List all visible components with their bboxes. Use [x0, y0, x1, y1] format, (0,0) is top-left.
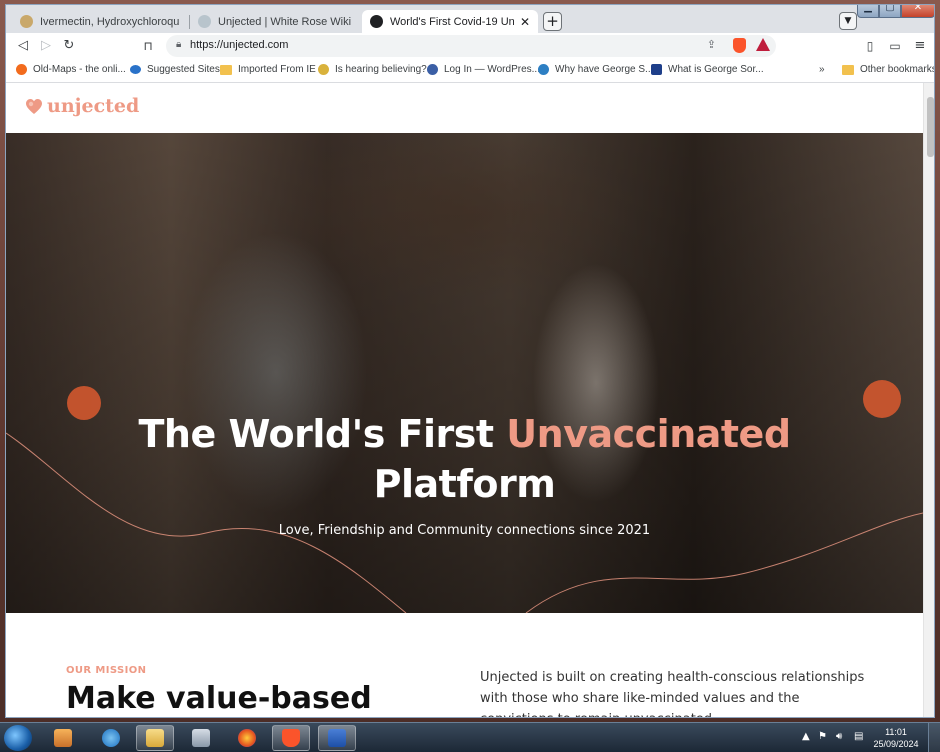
windows-taskbar: ▲ ⚑ 🔊︎ ▤ 11:01 25/09/2024	[0, 722, 940, 752]
folder-icon	[842, 64, 854, 75]
clock-date: 25/09/2024	[873, 739, 919, 749]
taskbar-word[interactable]	[318, 725, 356, 751]
unjected-favicon-icon	[370, 15, 383, 28]
bookmark-other[interactable]: Other bookmarks	[842, 64, 935, 75]
clock-time: 11:01	[885, 727, 907, 737]
brave-shields-icon[interactable]	[733, 38, 746, 53]
tab-search-chevron-icon[interactable]: ▼	[839, 12, 857, 30]
mission-body: Unjected is built on creating health-con…	[480, 670, 865, 717]
taskbar-explorer[interactable]	[136, 725, 174, 751]
mission-heading: Make value-based	[66, 681, 372, 716]
reload-icon[interactable]: ↻	[60, 37, 78, 55]
bookmark-favicon-icon	[16, 64, 27, 75]
bookmarks-bar: Old-Maps - the onli... Suggested Sites I…	[6, 59, 935, 83]
tab-ivermectin[interactable]: Ivermectin, Hydroxychloroquine and C	[12, 10, 188, 33]
hero-subtitle: Love, Friendship and Community connectio…	[278, 523, 651, 538]
forward-icon[interactable]: ▷	[37, 37, 55, 55]
tab-label: Unjected | White Rose Wiki	[218, 15, 352, 28]
maximize-button[interactable]: ▢	[879, 5, 901, 18]
system-clock[interactable]: 11:01 25/09/2024	[872, 726, 920, 750]
bookmark-label: Suggested Sites	[147, 64, 220, 75]
scrollbar-thumb[interactable]	[927, 97, 934, 157]
bookmark-icon[interactable]: ⊓	[139, 37, 157, 55]
bookmark-label: Log In — WordPres...	[444, 64, 540, 75]
page-scrollbar[interactable]	[923, 83, 934, 717]
calculator-icon	[192, 729, 210, 747]
wiki-favicon-icon	[198, 15, 211, 28]
bookmark-wordpress[interactable]: Log In — WordPres...	[427, 64, 540, 75]
hero-title-accent: Unvaccinated	[506, 412, 791, 456]
new-tab-button[interactable]: +	[543, 12, 562, 31]
bookmark-label: Is hearing believing?	[335, 64, 427, 75]
hero-title-text: The World's First	[138, 412, 507, 456]
bookmark-favicon-icon	[538, 64, 549, 75]
taskbar-calculator[interactable]	[182, 725, 220, 751]
close-window-button[interactable]: ✕	[901, 5, 934, 18]
close-tab-icon[interactable]: ✕	[520, 15, 530, 29]
heart-logo-icon[interactable]	[26, 99, 42, 115]
bookmark-old-maps[interactable]: Old-Maps - the onli...	[16, 64, 126, 75]
taskbar-internet-explorer[interactable]	[92, 725, 130, 751]
brave-rewards-icon[interactable]	[756, 38, 770, 51]
browser-toolbar: ◁ ▷ ↻ ⊓ 🔒︎ https://unjected.com ⇪ ▯ ▭ ≡	[6, 33, 934, 59]
address-bar[interactable]: 🔒︎ https://unjected.com ⇪	[166, 35, 776, 57]
tab-unjected[interactable]: World's First Covid-19 Unvaccinat ✕	[362, 10, 538, 33]
bookmark-label: What is George Sor...	[668, 64, 764, 75]
menu-icon[interactable]: ≡	[911, 37, 929, 55]
wordpress-icon	[427, 64, 438, 75]
taskbar-brave[interactable]	[272, 725, 310, 751]
bookmark-why-george[interactable]: Why have George S...	[538, 64, 653, 75]
bookmark-suggested-sites[interactable]: Suggested Sites	[130, 64, 220, 75]
share-icon[interactable]: ⇪	[707, 38, 716, 51]
tab-label: Ivermectin, Hydroxychloroquine and C	[40, 15, 180, 28]
browser-window: Ivermectin, Hydroxychloroquine and C Unj…	[5, 4, 935, 718]
bookmark-favicon-icon	[651, 64, 662, 75]
lock-icon: 🔒︎	[176, 39, 182, 50]
bookmark-label: »	[819, 64, 825, 75]
page-viewport: unjected The World's First Unvaccinated …	[6, 83, 923, 717]
hero-banner: The World's First Unvaccinated Platform …	[6, 133, 923, 613]
word-icon	[328, 729, 346, 747]
hero-title-text: Platform	[373, 462, 556, 506]
firefox-icon	[238, 729, 256, 747]
tray-expand-icon[interactable]: ▲	[802, 731, 810, 742]
more-bookmarks-chevron[interactable]: »	[819, 64, 825, 75]
hero-title: The World's First Unvaccinated Platform	[6, 409, 923, 509]
wallet-icon[interactable]: ▭	[886, 37, 904, 55]
site-logo[interactable]: unjected	[47, 95, 139, 117]
bookmark-label: Imported From IE	[238, 64, 316, 75]
taskbar-media-player[interactable]	[44, 725, 82, 751]
url-text: https://unjected.com	[190, 39, 289, 51]
mission-eyebrow: OUR MISSION	[66, 665, 147, 676]
start-button[interactable]	[4, 725, 32, 751]
bookmark-is-hearing-believing[interactable]: Is hearing believing?	[318, 64, 427, 75]
brave-icon	[282, 729, 300, 747]
media-player-icon	[54, 729, 72, 747]
bookmark-label: Other bookmarks	[860, 64, 935, 75]
sidebar-icon[interactable]: ▯	[861, 37, 879, 55]
bookmark-what-is-george[interactable]: What is George Sor...	[651, 64, 764, 75]
tab-strip: Ivermectin, Hydroxychloroquine and C Unj…	[6, 5, 934, 33]
back-icon[interactable]: ◁	[14, 37, 32, 55]
tab-label: World's First Covid-19 Unvaccinat	[390, 15, 514, 28]
taskbar-firefox[interactable]	[228, 725, 266, 751]
bookmark-label: Why have George S...	[555, 64, 654, 75]
site-favicon-icon	[20, 15, 33, 28]
site-header: unjected	[6, 83, 923, 133]
decorative-curves	[6, 380, 923, 613]
volume-icon[interactable]: 🔊︎	[836, 731, 842, 742]
folder-icon	[220, 64, 232, 75]
show-desktop-button[interactable]	[928, 723, 940, 752]
tab-white-rose-wiki[interactable]: Unjected | White Rose Wiki	[190, 10, 362, 33]
internet-explorer-icon	[102, 729, 120, 747]
network-icon[interactable]: ▤	[854, 731, 863, 742]
bookmark-label: Old-Maps - the onli...	[33, 64, 126, 75]
bookmark-favicon-icon	[318, 64, 329, 75]
bookmark-imported-from-ie[interactable]: Imported From IE	[220, 64, 316, 75]
action-center-flag-icon[interactable]: ⚑	[818, 731, 827, 742]
search-icon	[130, 65, 141, 74]
minimize-button[interactable]: ▁	[857, 5, 879, 18]
folder-icon	[146, 729, 164, 747]
